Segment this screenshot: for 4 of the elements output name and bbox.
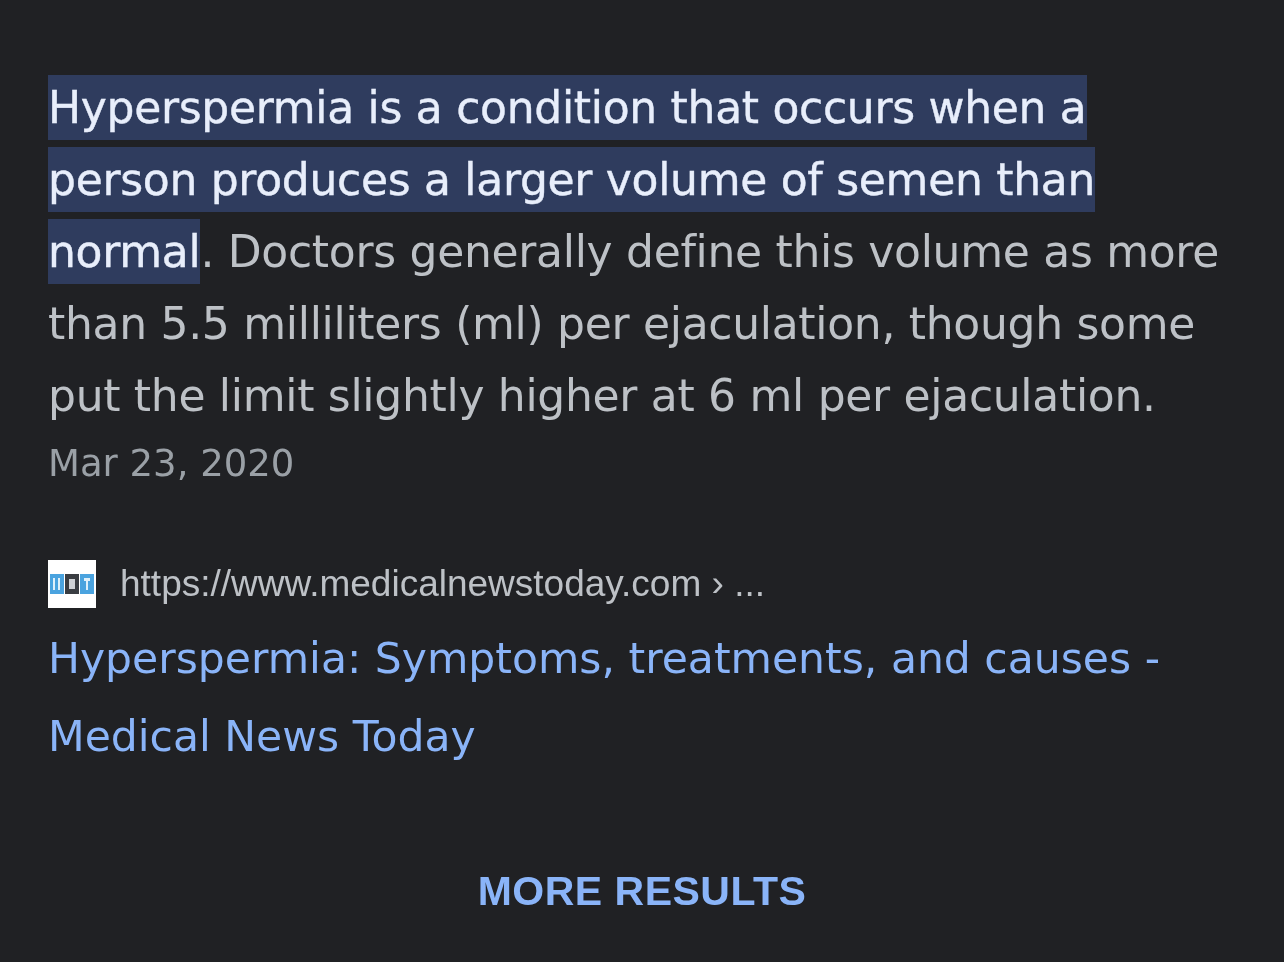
source-url[interactable]: https://www.medicalnewstoday.com › ... xyxy=(120,562,765,606)
favicon-icon xyxy=(48,560,96,608)
snippet-date: Mar 23, 2020 xyxy=(48,441,295,487)
result-title-link[interactable]: Hyperspermia: Symptoms, treatments, and causes - Medical News Today xyxy=(48,620,1228,776)
